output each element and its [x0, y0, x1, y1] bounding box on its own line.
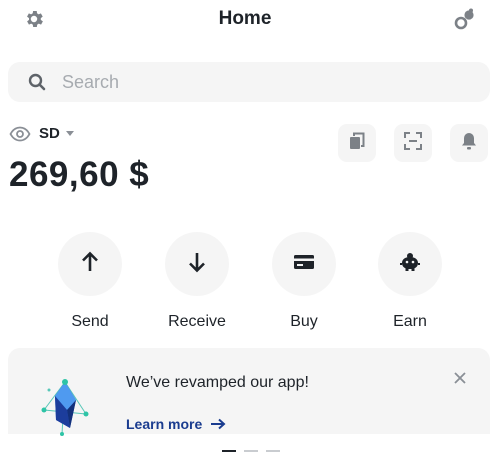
search-icon: [28, 73, 46, 91]
earn-circle: [378, 232, 442, 296]
bell-icon: [461, 132, 477, 155]
connections-button[interactable]: [452, 8, 478, 34]
credit-card-icon: [293, 254, 315, 275]
carousel-dot-1[interactable]: [222, 450, 236, 452]
header: Home: [0, 0, 490, 42]
announcement-banner[interactable]: We’ve revamped our app! Learn more: [8, 348, 490, 436]
scan-button[interactable]: [394, 124, 432, 162]
send-button[interactable]: Send: [45, 232, 135, 331]
search-input[interactable]: [62, 71, 442, 93]
chevron-down-icon: [65, 131, 74, 136]
notifications-button[interactable]: [450, 124, 488, 162]
buy-circle: [272, 232, 336, 296]
learn-more-link[interactable]: Learn more: [126, 416, 226, 432]
learn-more-label: Learn more: [126, 416, 203, 432]
send-label: Send: [71, 313, 109, 330]
arrow-down-icon: [187, 251, 207, 278]
copy-icon: [349, 132, 365, 155]
carousel-dot-2[interactable]: [244, 450, 258, 452]
close-icon: [454, 371, 466, 389]
scan-icon: [404, 131, 422, 155]
send-circle: [58, 232, 122, 296]
dapp-connect-icon: [453, 7, 477, 36]
page-title: Home: [218, 8, 272, 29]
earn-label: Earn: [393, 313, 427, 330]
receive-circle: [165, 232, 229, 296]
earn-button[interactable]: Earn: [365, 232, 455, 331]
search-bar[interactable]: [8, 62, 490, 102]
buy-label: Buy: [290, 313, 318, 330]
carousel-dot-3[interactable]: [266, 450, 280, 452]
banner-close-button[interactable]: [450, 370, 470, 390]
currency-selector[interactable]: SD: [9, 125, 74, 142]
quick-actions: [338, 124, 488, 162]
receive-label: Receive: [168, 313, 226, 330]
buy-button[interactable]: Buy: [259, 232, 349, 331]
receive-button[interactable]: Receive: [152, 232, 242, 331]
balance-amount: 269,60 $: [9, 155, 150, 194]
arrow-right-icon: [210, 418, 226, 430]
arrow-up-icon: [80, 251, 100, 278]
currency-label: SD: [39, 125, 60, 142]
copy-address-button[interactable]: [338, 124, 376, 162]
eye-icon[interactable]: [9, 126, 31, 142]
banner-title: We’ve revamped our app!: [126, 374, 309, 391]
crystal-illustration-icon: [40, 370, 90, 436]
piggy-bank-icon: [398, 251, 422, 278]
carousel-indicator[interactable]: [222, 450, 280, 452]
